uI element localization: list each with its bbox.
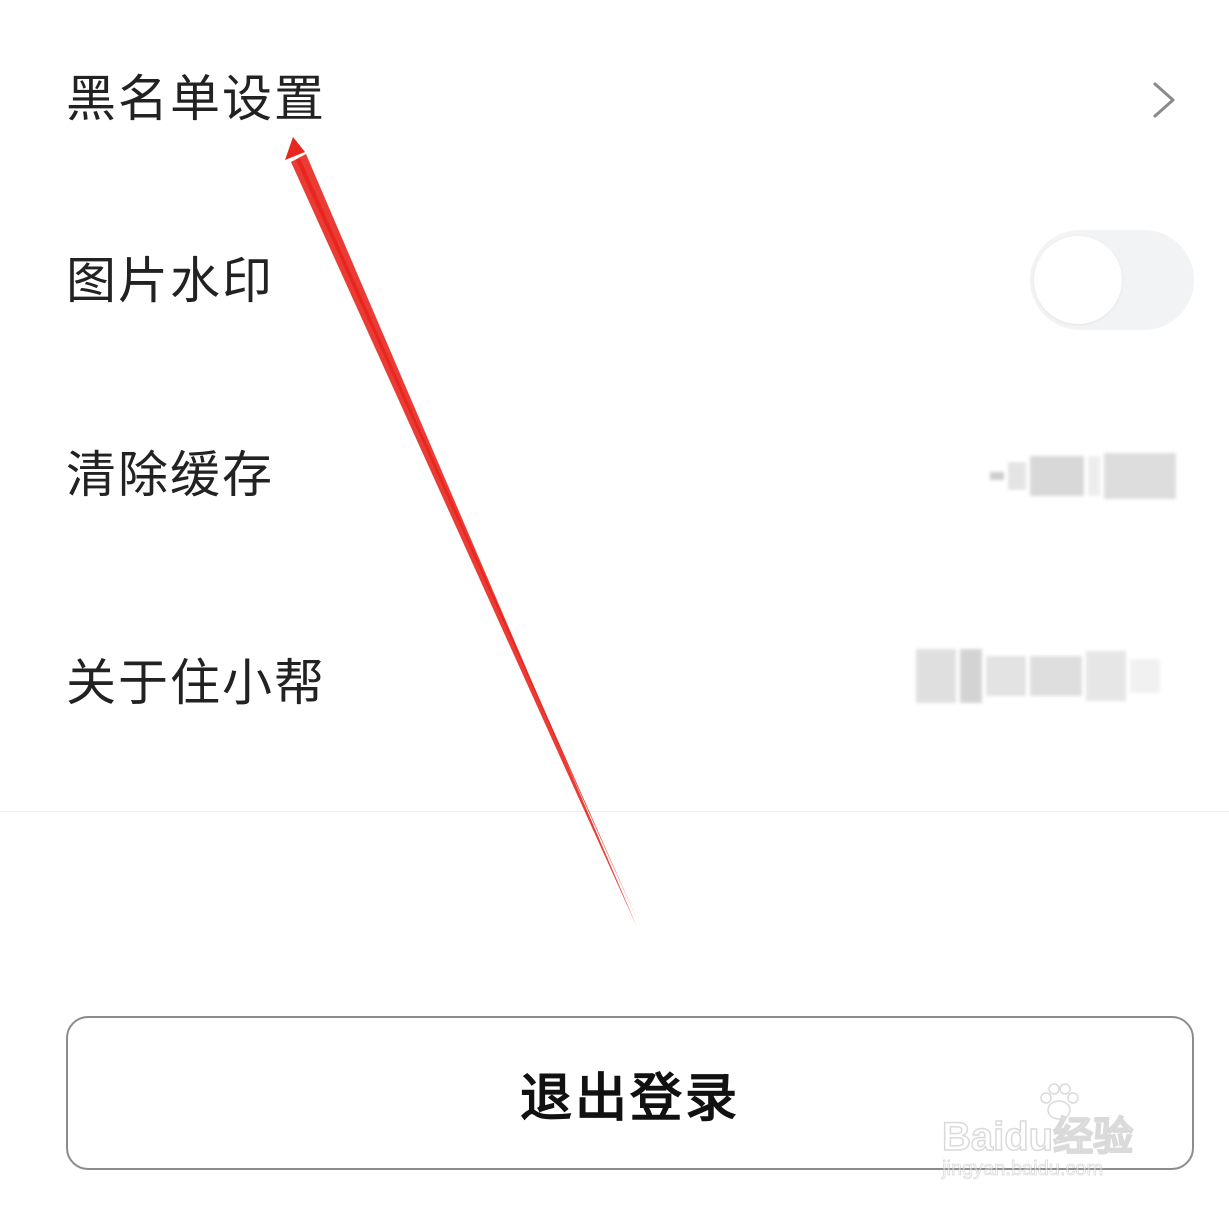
cache-size-value-redacted bbox=[990, 450, 1180, 502]
clear-cache-row[interactable]: 清除缓存 bbox=[0, 416, 1229, 534]
chevron-right-icon bbox=[1153, 82, 1175, 118]
logout-button[interactable]: 退出登录 bbox=[66, 1016, 1194, 1170]
settings-screen: 黑名单设置 图片水印 清除缓存 关于住小帮 退出登录 Baidu经验 jingy… bbox=[0, 0, 1229, 1211]
image-watermark-label: 图片水印 bbox=[66, 252, 274, 310]
about-app-label: 关于住小帮 bbox=[66, 654, 326, 712]
logout-button-label: 退出登录 bbox=[519, 1068, 740, 1129]
section-divider bbox=[0, 811, 1229, 812]
app-version-value-redacted bbox=[916, 648, 1164, 704]
image-watermark-row: 图片水印 bbox=[0, 222, 1229, 340]
about-app-row[interactable]: 关于住小帮 bbox=[0, 624, 1229, 742]
clear-cache-label: 清除缓存 bbox=[66, 446, 274, 504]
toggle-knob bbox=[1034, 236, 1122, 324]
blacklist-settings-row[interactable]: 黑名单设置 bbox=[0, 40, 1229, 158]
image-watermark-toggle[interactable] bbox=[1030, 230, 1194, 330]
settings-list: 黑名单设置 图片水印 清除缓存 关于住小帮 bbox=[0, 0, 1229, 812]
blacklist-settings-label: 黑名单设置 bbox=[66, 70, 326, 128]
